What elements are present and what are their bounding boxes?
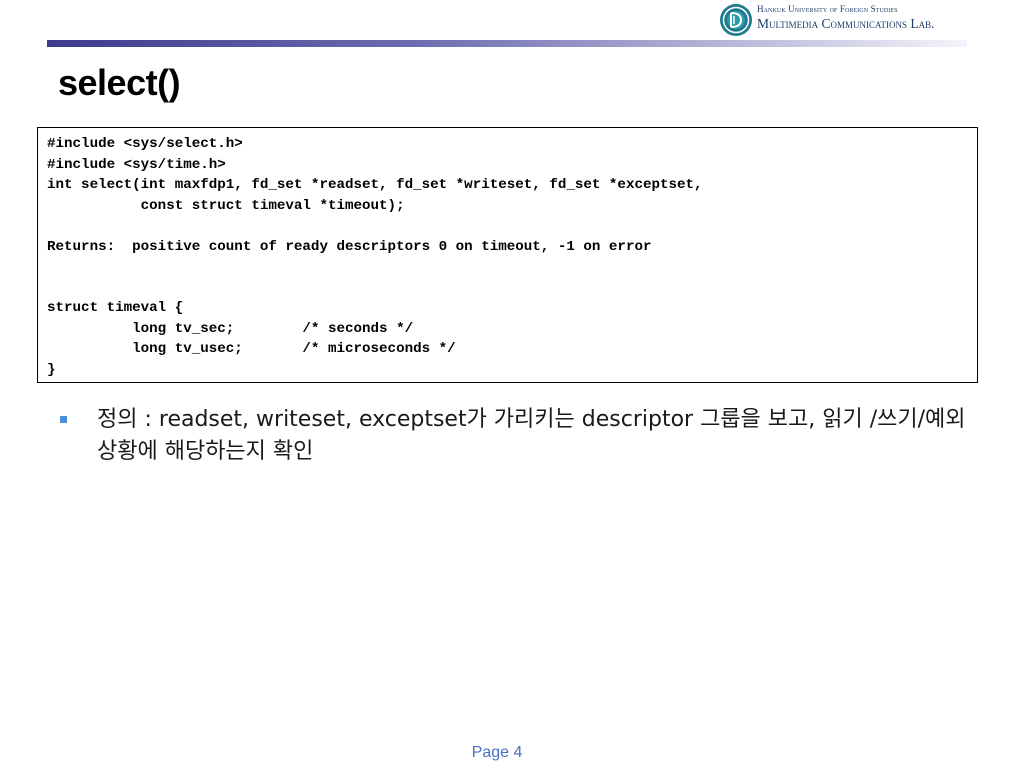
university-emblem-icon [720, 4, 752, 36]
bullet-item-definition: 정의 : readset, writeset, exceptset가 가리키는 … [97, 407, 966, 464]
header-logo: Hankuk University of Foreign Studies Mul… [719, 2, 969, 40]
logo-lab-name: Multimedia Communications Lab. [757, 16, 935, 31]
square-bullet-icon [60, 416, 67, 423]
code-block: #include <sys/select.h> #include <sys/ti… [47, 134, 703, 380]
code-line: const struct timeval *timeout); [47, 197, 405, 214]
code-line: int select(int maxfdp1, fd_set *readset,… [47, 177, 703, 193]
code-line: long tv_usec; /* microseconds */ [47, 341, 456, 357]
code-line: } [47, 361, 56, 378]
code-line: Returns: positive count of ready descrip… [47, 238, 652, 255]
code-line: #include <sys/time.h> [47, 156, 226, 173]
code-line: #include <sys/select.h> [47, 136, 243, 152]
code-box: #include <sys/select.h> #include <sys/ti… [37, 127, 978, 383]
header-divider-bar [47, 40, 967, 47]
code-line: long tv_sec; /* seconds */ [47, 320, 414, 337]
logo-university-name: Hankuk University of Foreign Studies [757, 4, 898, 14]
code-line: struct timeval { [47, 300, 184, 316]
slide-title: select() [58, 62, 181, 103]
page-number: Page 4 [471, 744, 523, 761]
